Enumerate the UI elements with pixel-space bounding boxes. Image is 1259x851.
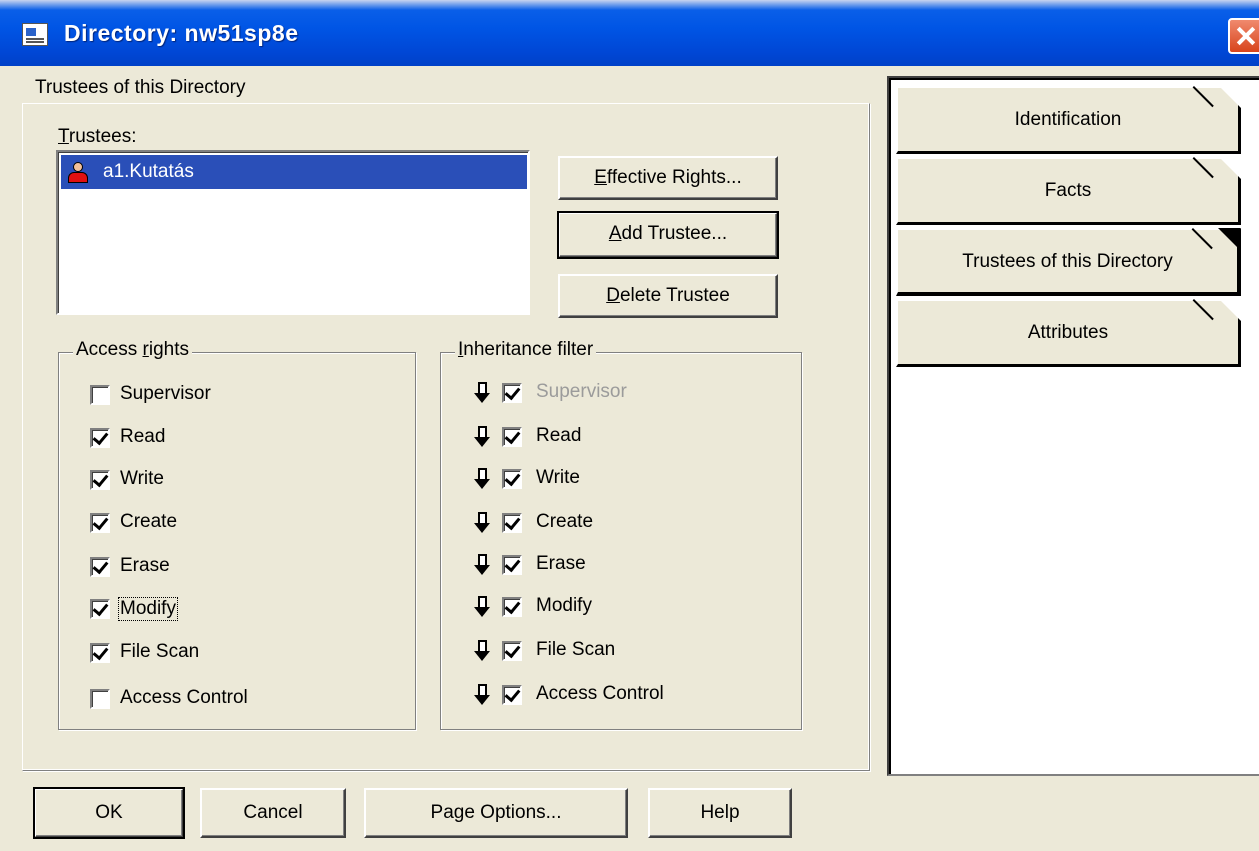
inheritance-filter-group: Inheritance filter	[440, 339, 802, 730]
user-icon	[67, 161, 89, 183]
checkbox-box[interactable]	[90, 428, 110, 448]
checkbox-box[interactable]	[502, 427, 522, 447]
close-button[interactable]	[1228, 18, 1259, 54]
checkbox-box[interactable]	[90, 557, 110, 577]
access-rights-legend: Access rights	[73, 339, 192, 361]
checkbox-box[interactable]	[502, 685, 522, 705]
inheritance-filter-legend: Inheritance filter	[455, 339, 597, 361]
ok-button[interactable]: OK	[33, 787, 185, 839]
arrow-down-icon	[472, 512, 492, 534]
checkbox-box[interactable]	[90, 470, 110, 490]
checkbox-box[interactable]	[502, 513, 522, 533]
checkbox-box[interactable]	[502, 641, 522, 661]
trustees-listbox[interactable]: a1.Kutatás	[56, 150, 530, 315]
checkbox-box[interactable]	[502, 597, 522, 617]
arrow-down-icon	[472, 468, 492, 490]
arrow-down-icon	[472, 640, 492, 662]
trustees-label: Trustees:	[58, 126, 137, 147]
arrow-down-icon	[472, 554, 492, 576]
arrow-down-icon	[472, 684, 492, 706]
title-bar[interactable]: Directory: nw51sp8e	[0, 0, 1259, 66]
checkbox-box[interactable]	[502, 555, 522, 575]
help-button[interactable]: Help	[648, 788, 792, 838]
tab-trustees-of-this-directory[interactable]: Trustees of this Directory	[896, 228, 1241, 296]
directory-icon	[22, 23, 48, 46]
add-trustee-button[interactable]: Add Trustee...	[557, 211, 779, 259]
tab-facts[interactable]: Facts	[896, 157, 1241, 225]
arrow-down-icon	[472, 426, 492, 448]
arrow-down-icon	[472, 596, 492, 618]
panel-caption: Trustees of this Directory	[35, 77, 246, 98]
checkbox-box[interactable]	[502, 469, 522, 489]
cancel-button[interactable]: Cancel	[200, 788, 346, 838]
trustee-name: a1.Kutatás	[103, 161, 194, 182]
tab-attributes[interactable]: Attributes	[896, 299, 1241, 367]
checkbox-box[interactable]	[90, 599, 110, 619]
arrow-down-icon	[472, 382, 492, 404]
checkbox-box[interactable]	[90, 513, 110, 533]
access-rights-group: Access rights	[58, 339, 416, 730]
checkbox-box[interactable]	[90, 689, 110, 709]
checkbox-box[interactable]	[502, 383, 522, 403]
effective-rights-button[interactable]: Effective Rights...	[558, 156, 778, 200]
page-options-button[interactable]: Page Options...	[364, 788, 628, 838]
checkbox-box[interactable]	[90, 385, 110, 405]
delete-trustee-button[interactable]: Delete Trustee	[558, 274, 778, 318]
checkbox-box[interactable]	[90, 643, 110, 663]
window-title: Directory: nw51sp8e	[64, 20, 299, 46]
tab-identification[interactable]: Identification	[896, 86, 1241, 154]
list-item[interactable]: a1.Kutatás	[61, 155, 527, 189]
